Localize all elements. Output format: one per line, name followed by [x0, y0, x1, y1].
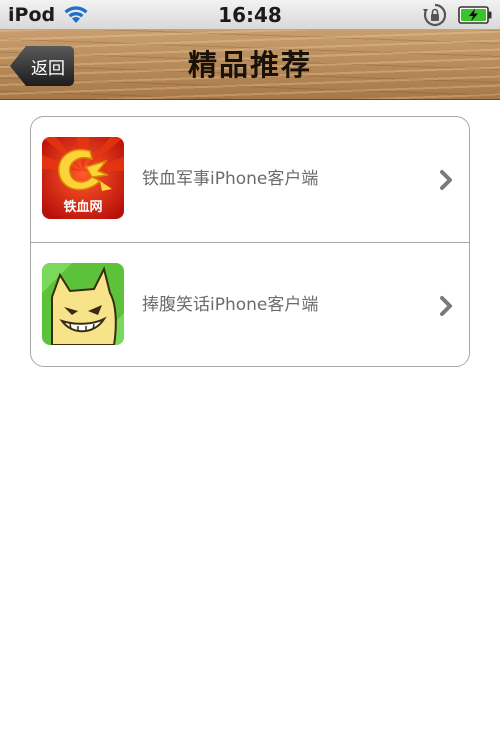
list-item-pengfu[interactable]: 捧腹笑话iPhone客户端	[31, 242, 469, 366]
list-item-label: 捧腹笑话iPhone客户端	[142, 295, 319, 315]
page-title: 精品推荐	[187, 48, 312, 82]
tiexue-app-icon: 铁血网	[42, 137, 124, 219]
recommendation-list: 铁血网 铁血军事iPhone客户端 捧腹笑话iPhone客户端	[30, 116, 470, 367]
navigation-bar: 返回 精品推荐	[0, 30, 500, 100]
battery-charging-icon	[458, 5, 492, 24]
carrier-label: iPod	[8, 3, 56, 26]
status-left: iPod	[8, 4, 89, 26]
tiexue-icon-text: 铁血网	[62, 199, 102, 215]
back-button[interactable]: 返回	[10, 46, 74, 86]
status-bar: iPod	[0, 0, 500, 30]
wifi-icon	[64, 5, 88, 23]
pengfu-cat-app-icon	[42, 263, 124, 345]
chevron-right-icon	[440, 296, 452, 316]
orientation-lock-icon	[423, 3, 447, 26]
chevron-right-icon	[440, 170, 452, 190]
status-right	[422, 3, 492, 27]
list-item-label: 铁血军事iPhone客户端	[142, 169, 319, 189]
list-item-tiexue[interactable]: 铁血网 铁血军事iPhone客户端	[31, 117, 469, 242]
